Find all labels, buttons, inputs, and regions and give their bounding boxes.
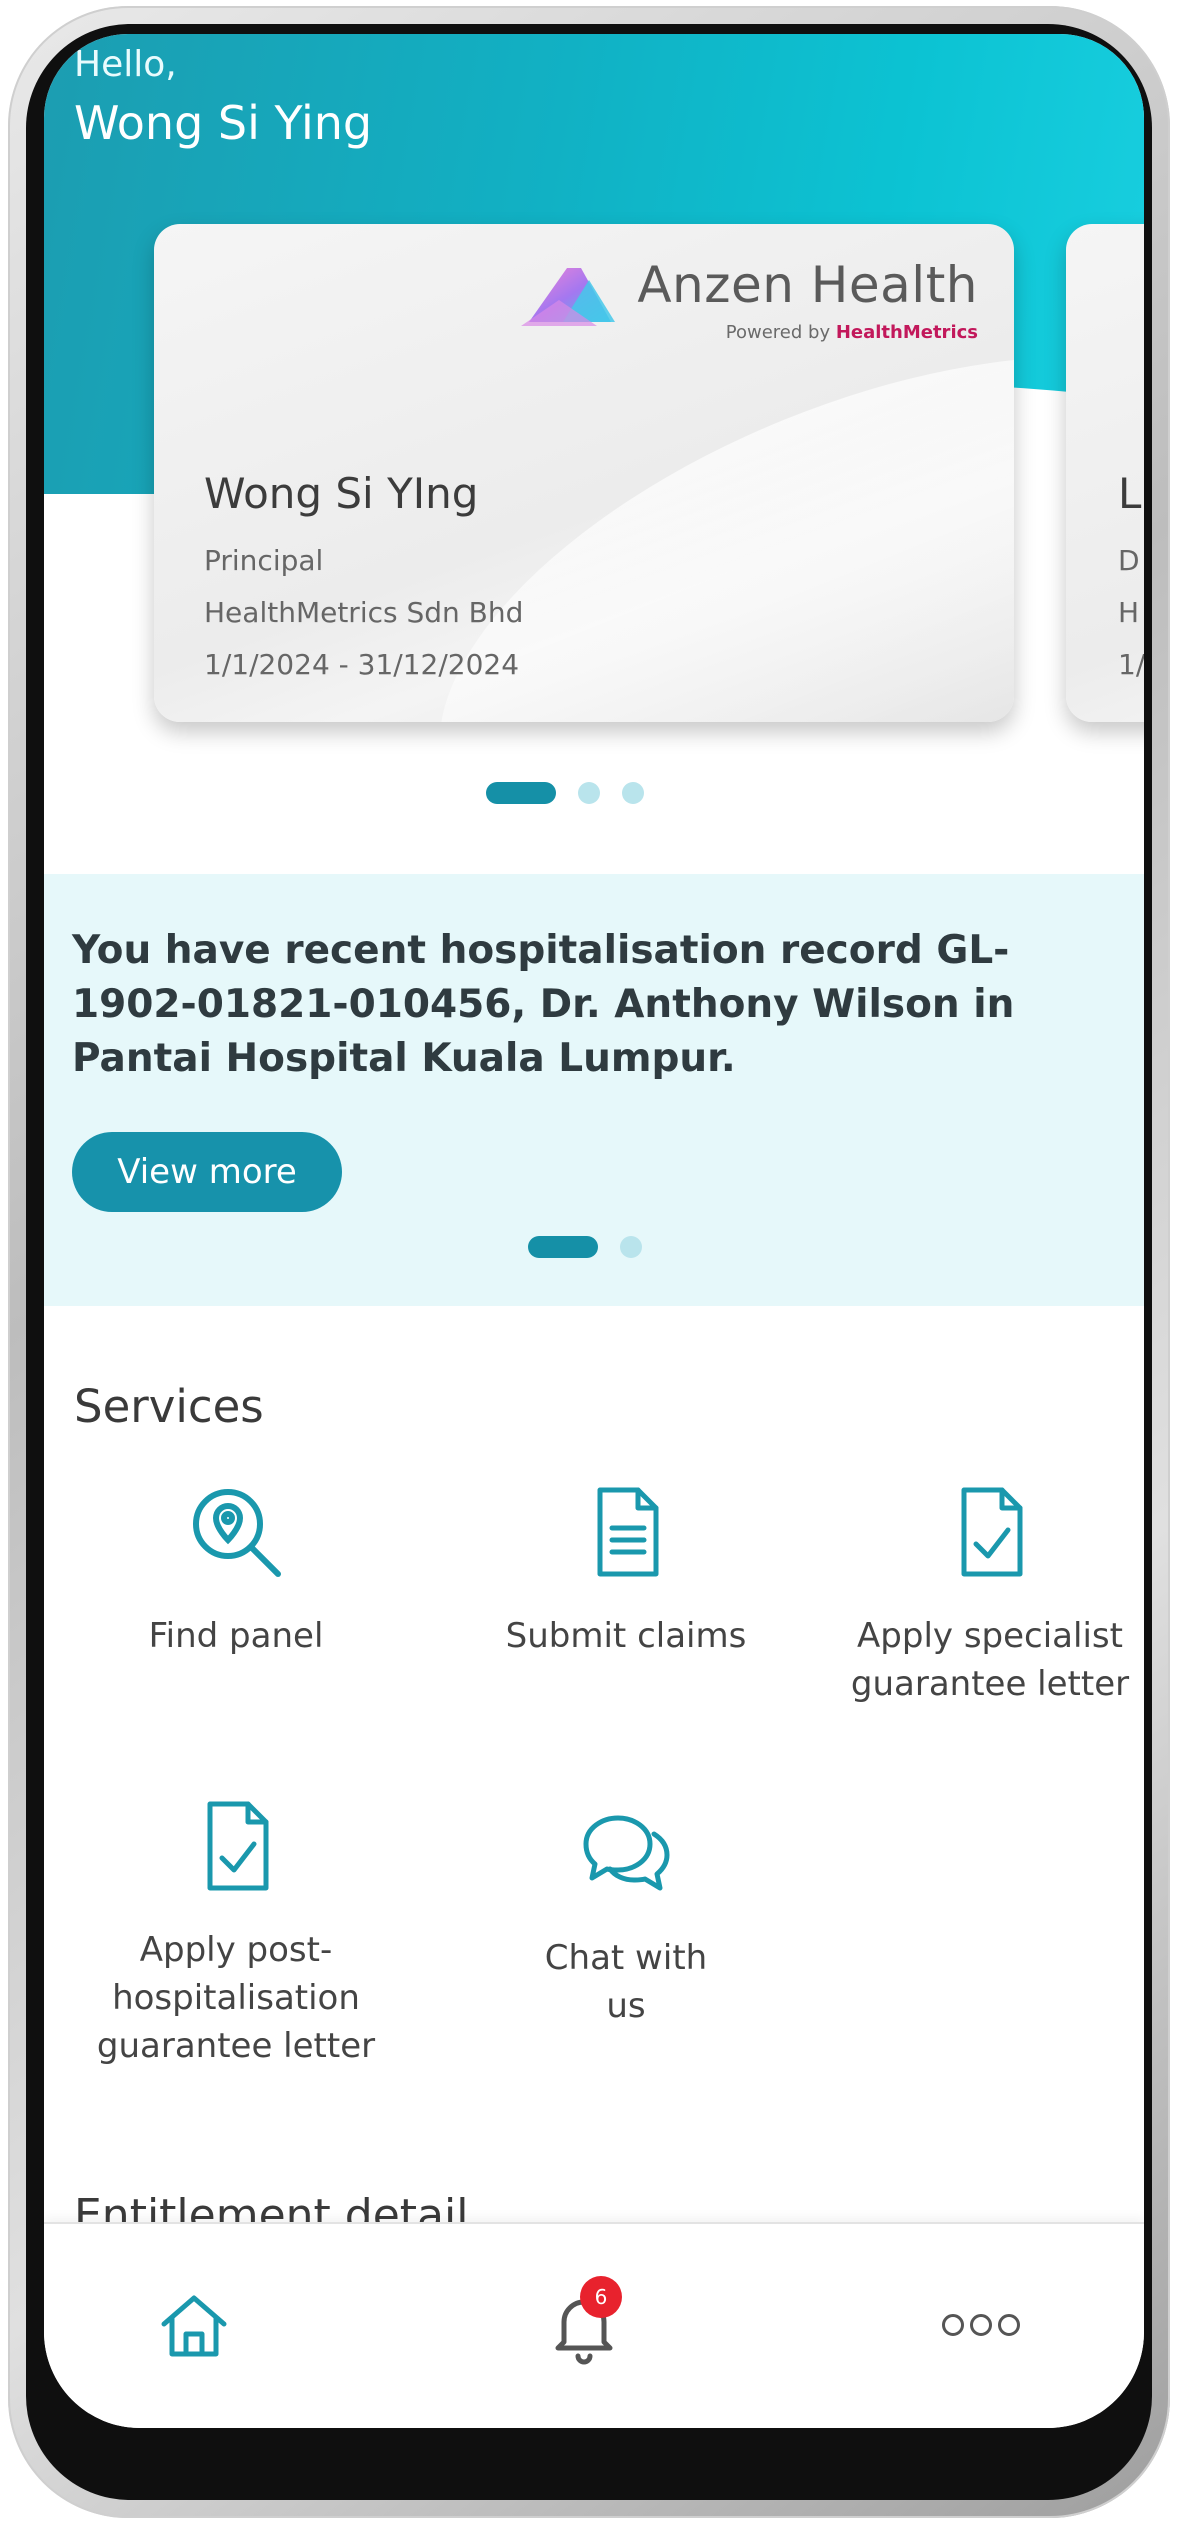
more-icon[interactable] bbox=[942, 2314, 1020, 2336]
card-role: D bbox=[1118, 544, 1140, 577]
brand-sub-company: HealthMetrics bbox=[835, 322, 978, 343]
document-icon bbox=[597, 1487, 659, 1577]
card-company: HealthMetrics Sdn Bhd bbox=[204, 596, 524, 629]
services-title: Services bbox=[74, 1380, 264, 1433]
service-chat-with-us[interactable]: Chat with us bbox=[456, 1804, 796, 2030]
service-label: Apply post- hospitalisation guarantee le… bbox=[96, 1930, 376, 2066]
card-holder-name: L bbox=[1118, 469, 1142, 518]
service-label: Find panel bbox=[148, 1616, 324, 1656]
more-dot bbox=[970, 2314, 992, 2336]
pager-dot[interactable] bbox=[622, 782, 644, 804]
pager-dot[interactable] bbox=[620, 1236, 642, 1258]
document-check-icon bbox=[207, 1801, 269, 1891]
user-name: Wong Si Ying bbox=[74, 96, 373, 150]
card-role: Principal bbox=[204, 544, 324, 577]
notifications-button[interactable]: 6 bbox=[544, 2276, 624, 2366]
service-label: Chat with us bbox=[544, 1938, 708, 2026]
hospitalisation-banner: You have recent hospitalisation record G… bbox=[44, 874, 1144, 1306]
service-apply-post-hospitalisation-gl[interactable]: Apply post- hospitalisation guarantee le… bbox=[66, 1796, 406, 2070]
notification-badge: 6 bbox=[580, 2276, 622, 2318]
card-period: 1/ bbox=[1118, 648, 1144, 681]
card-holder-name: Wong Si YIng bbox=[204, 469, 479, 518]
service-label: Apply specialist guarantee letter bbox=[850, 1616, 1130, 1704]
brand-sub-prefix: Powered by bbox=[725, 322, 836, 343]
document-check-icon bbox=[961, 1487, 1023, 1577]
service-find-panel[interactable]: Find panel bbox=[66, 1482, 406, 1660]
service-apply-specialist-gl[interactable]: Apply specialist guarantee letter bbox=[820, 1482, 1144, 1708]
banner-pager bbox=[528, 1236, 642, 1258]
pager-dot-active[interactable] bbox=[486, 782, 556, 804]
pager-dot-active[interactable] bbox=[528, 1236, 598, 1258]
brand-block: Anzen Health Powered by HealthMetrics bbox=[521, 256, 978, 343]
app-screen: Hello, Wong Si Ying Anzen Health Powered bbox=[44, 34, 1144, 2428]
anzen-logo-icon bbox=[521, 268, 616, 326]
service-submit-claims[interactable]: Submit claims bbox=[456, 1482, 796, 1660]
more-dot bbox=[998, 2314, 1020, 2336]
greeting-text: Hello, bbox=[74, 44, 177, 85]
member-card[interactable]: Anzen Health Powered by HealthMetrics Wo… bbox=[154, 224, 1014, 722]
chat-bubbles-icon bbox=[583, 1815, 670, 1891]
bottom-navigation: 6 bbox=[44, 2222, 1144, 2428]
brand-subtitle: Powered by HealthMetrics bbox=[637, 322, 978, 343]
view-more-button[interactable]: View more bbox=[72, 1132, 342, 1212]
brand-name: Anzen Health bbox=[637, 256, 978, 314]
pager-dot[interactable] bbox=[578, 782, 600, 804]
home-icon[interactable] bbox=[154, 2286, 234, 2366]
service-label: Submit claims bbox=[505, 1616, 747, 1656]
more-dot bbox=[942, 2314, 964, 2336]
card-company: H bbox=[1118, 596, 1140, 629]
banner-message: You have recent hospitalisation record G… bbox=[72, 928, 1015, 1081]
member-card-next[interactable]: L D H 1/ bbox=[1066, 224, 1144, 722]
card-pager bbox=[486, 782, 644, 804]
location-search-icon bbox=[193, 1489, 281, 1577]
card-period: 1/1/2024 - 31/12/2024 bbox=[204, 648, 520, 681]
